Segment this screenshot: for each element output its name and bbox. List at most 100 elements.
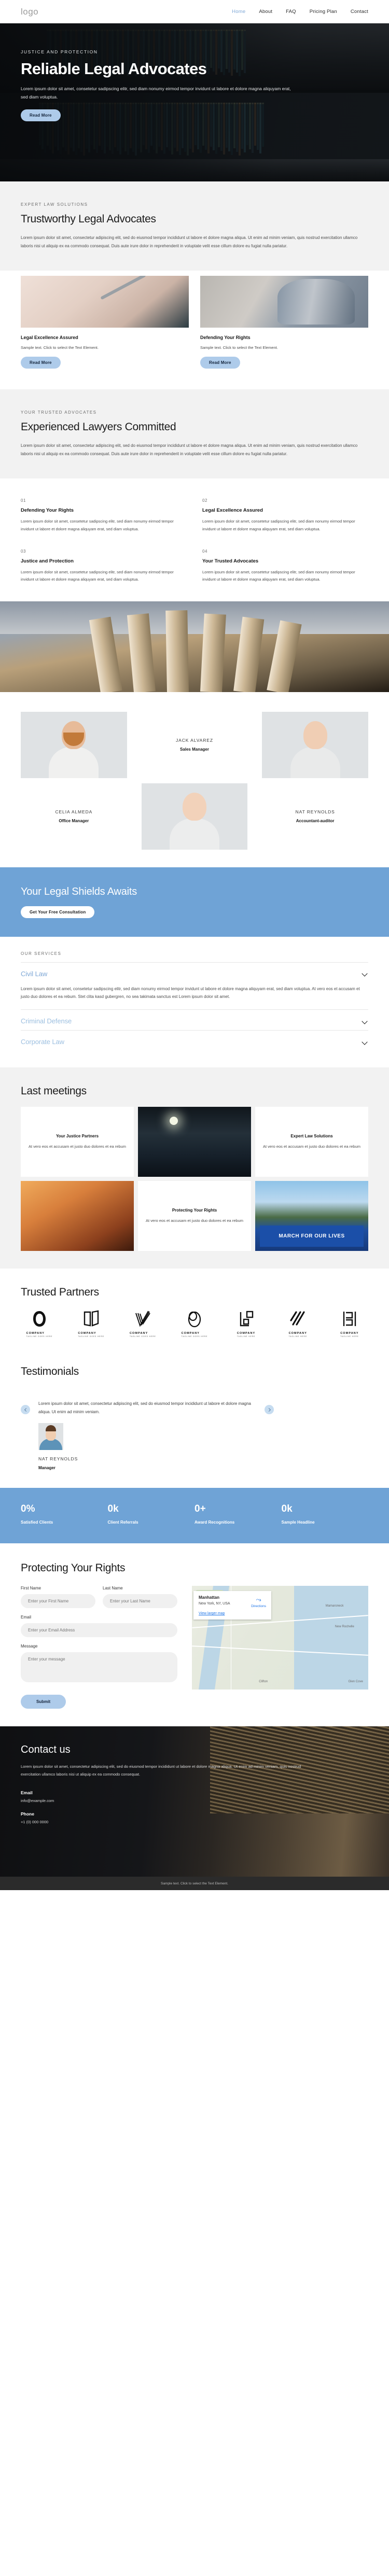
partner-logo[interactable]: COMPANY TAGLINE HERE — [228, 1310, 265, 1338]
submit-button[interactable]: Submit — [21, 1695, 66, 1709]
partner-logo[interactable]: COMPANY TAGLINE GOES HERE — [176, 1310, 213, 1338]
footer: Contact us Lorem ipsum dolor sit amet, c… — [0, 1726, 389, 1877]
nav-item-contact[interactable]: Contact — [351, 9, 368, 15]
footer-phone-value[interactable]: +1 (0) 000 0000 — [21, 1820, 368, 1824]
partner-name: COMPANY — [288, 1332, 307, 1335]
directions-icon: ⤳ — [256, 1596, 261, 1604]
stats-bar: 0% Satisfied Clients 0k Client Referrals… — [0, 1488, 389, 1544]
chevron-down-icon[interactable] — [362, 1018, 368, 1024]
last-name-field-wrap: Last Name — [103, 1586, 177, 1609]
partner-tagline: TAGLINE HERE — [288, 1335, 307, 1338]
footer-email-value[interactable]: info@example.com — [21, 1798, 368, 1803]
testimonial-next-arrow[interactable] — [265, 1405, 274, 1415]
last-name-input[interactable] — [103, 1594, 177, 1609]
partner-name: COMPANY — [340, 1332, 359, 1335]
chevron-down-icon[interactable] — [362, 1039, 368, 1045]
team-member-role: Sales Manager — [179, 747, 209, 752]
hero-read-more-button[interactable]: Read More — [21, 109, 61, 121]
feature-card-read-more-button[interactable]: Read More — [21, 357, 61, 369]
feature-card-read-more-button[interactable]: Read More — [200, 357, 240, 369]
footer-bottom-bar: Sample text. Click to select the Text El… — [0, 1877, 389, 1891]
testimonial-prev-arrow[interactable] — [21, 1405, 30, 1415]
email-input[interactable] — [21, 1623, 177, 1638]
accordion-item-civil-law[interactable]: Civil Law Lorem ipsum dolor sit amet, co… — [21, 962, 368, 1009]
advocate-title: Justice and Protection — [21, 558, 74, 564]
march-banner-text: MARCH FOR OUR LIVES — [259, 1226, 364, 1247]
chevron-down-icon[interactable] — [362, 970, 368, 977]
team-info-jack: JACK ALVAREZ Sales Manager — [142, 738, 248, 752]
partner-logo[interactable]: COMPANY TAGLINE HERE — [279, 1310, 316, 1338]
feature-card: Defending Your Rights Sample text. Click… — [200, 276, 368, 369]
map-directions-label: Directions — [251, 1604, 266, 1609]
accordion-header[interactable]: Criminal Defense — [21, 1017, 368, 1025]
page-root: logo Home About FAQ Pricing Plan Contact… — [0, 0, 389, 1891]
cta-banner: Your Legal Shields Awaits Get Your Free … — [0, 867, 389, 937]
stat-label: Client Referrals — [107, 1520, 138, 1525]
meetings-grid: Your Justice Partners At vero eos et acc… — [21, 1107, 368, 1251]
meeting-desc: At vero eos et accusam et justo duo dolo… — [145, 1218, 244, 1223]
advocates-title: Experienced Lawyers Committed — [21, 421, 176, 433]
logo[interactable]: logo — [21, 7, 38, 17]
blocks-mark-icon — [343, 1312, 356, 1327]
partner-tagline: TAGLINE GOES HERE — [78, 1335, 104, 1338]
testimonial-quote: Lorem ipsum dolor sit amet, consectetur … — [38, 1401, 251, 1414]
meeting-card: Protecting Your Rights At vero eos et ac… — [138, 1181, 251, 1251]
meeting-title: Your Justice Partners — [55, 1133, 99, 1138]
feature-card: Legal Excellence Assured Sample text. Cl… — [21, 276, 189, 369]
accordion-body: Lorem ipsum dolor sit amet, consetetur s… — [21, 986, 360, 1000]
team-section: JACK ALVAREZ Sales Manager CELIA ALMEDA … — [0, 692, 389, 867]
feature-card-title: Legal Excellence Assured — [21, 335, 78, 341]
courthouse-columns-banner-image — [0, 601, 389, 692]
first-name-input[interactable] — [21, 1594, 95, 1609]
advocate-number: 01 — [21, 498, 26, 503]
nav-item-home[interactable]: Home — [232, 9, 245, 15]
partner-logo[interactable]: COMPANY TAGLINE GOES HERE — [124, 1310, 161, 1338]
partner-name: COMPANY — [181, 1332, 200, 1335]
meeting-card: Your Justice Partners At vero eos et acc… — [21, 1107, 134, 1177]
accordion-item-criminal-defense[interactable]: Criminal Defense — [21, 1009, 368, 1030]
last-name-label: Last Name — [103, 1586, 123, 1591]
testimonials-section: Testimonials — [0, 1353, 389, 1397]
map-view-larger-link[interactable]: View larger map — [199, 1612, 266, 1615]
footer-phone-block: Phone +1 (0) 000 0000 — [21, 1811, 368, 1824]
accordion-header[interactable]: Corporate Law — [21, 1038, 368, 1046]
location-map[interactable]: Mamaroneck New Rochelle Clifton Glen Cov… — [192, 1586, 368, 1690]
check-lines-mark-icon — [135, 1311, 151, 1327]
accordion-title: Civil Law — [21, 969, 48, 978]
partner-name: COMPANY — [78, 1332, 96, 1335]
partner-logo[interactable]: COMPANY TAGLINE GOES HERE — [21, 1310, 58, 1338]
partner-logo[interactable]: COMPANY TAGLINE GOES HERE — [73, 1310, 110, 1338]
team-info-celia: CELIA ALMEDA Office Manager — [21, 809, 127, 823]
first-name-field-wrap: First Name — [21, 1586, 95, 1609]
stat-item: 0+ Award Recognitions — [195, 1503, 282, 1525]
accordion-header[interactable]: Civil Law — [21, 970, 368, 978]
meeting-hands-image — [21, 1181, 134, 1251]
message-textarea[interactable] — [21, 1652, 177, 1683]
team-member-name: JACK ALVAREZ — [176, 738, 213, 743]
nav-item-faq[interactable]: FAQ — [286, 9, 296, 15]
meetings-section: Last meetings Your Justice Partners At v… — [0, 1067, 389, 1269]
accordion-item-corporate-law[interactable]: Corporate Law — [21, 1030, 368, 1051]
partner-tagline: TAGLINE GOES HERE — [26, 1335, 53, 1338]
services-kicker: OUR SERVICES — [21, 951, 62, 956]
services-section: OUR SERVICES Civil Law Lorem ipsum dolor… — [0, 936, 389, 1068]
email-field-wrap: Email — [21, 1615, 177, 1638]
nav-item-about[interactable]: About — [259, 9, 272, 15]
cta-consultation-button[interactable]: Get Your Free Consultation — [21, 906, 95, 918]
accordion-title: Criminal Defense — [21, 1017, 72, 1025]
team-member-role: Accountant-auditor — [296, 819, 335, 824]
map-directions-button[interactable]: ⤳ Directions — [251, 1596, 266, 1608]
stat-value: 0% — [21, 1503, 35, 1515]
squares-mark-icon — [240, 1311, 253, 1327]
partner-tagline: TAGLINE GOES HERE — [129, 1335, 156, 1338]
team-row: JACK ALVAREZ Sales Manager — [21, 711, 368, 778]
team-member-name: NAT REYNOLDS — [295, 809, 335, 815]
nav-item-pricing-plan[interactable]: Pricing Plan — [310, 9, 337, 15]
intro-kicker: EXPERT LAW SOLUTIONS — [21, 202, 88, 207]
map-info-card: Manhattan New York, NY, USA View larger … — [193, 1591, 271, 1620]
intro-section: EXPERT LAW SOLUTIONS Trustworthy Legal A… — [0, 181, 389, 271]
advocates-section: YOUR TRUSTED ADVOCATES Experienced Lawye… — [0, 389, 389, 479]
partner-logo[interactable]: COMPANY TAGLINE HERE — [331, 1310, 368, 1338]
advocates-paragraph: Lorem ipsum dolor sit amet, consectetur … — [21, 443, 358, 456]
hero-subtitle: Lorem ipsum dolor sit amet, consetetur s… — [21, 86, 291, 100]
